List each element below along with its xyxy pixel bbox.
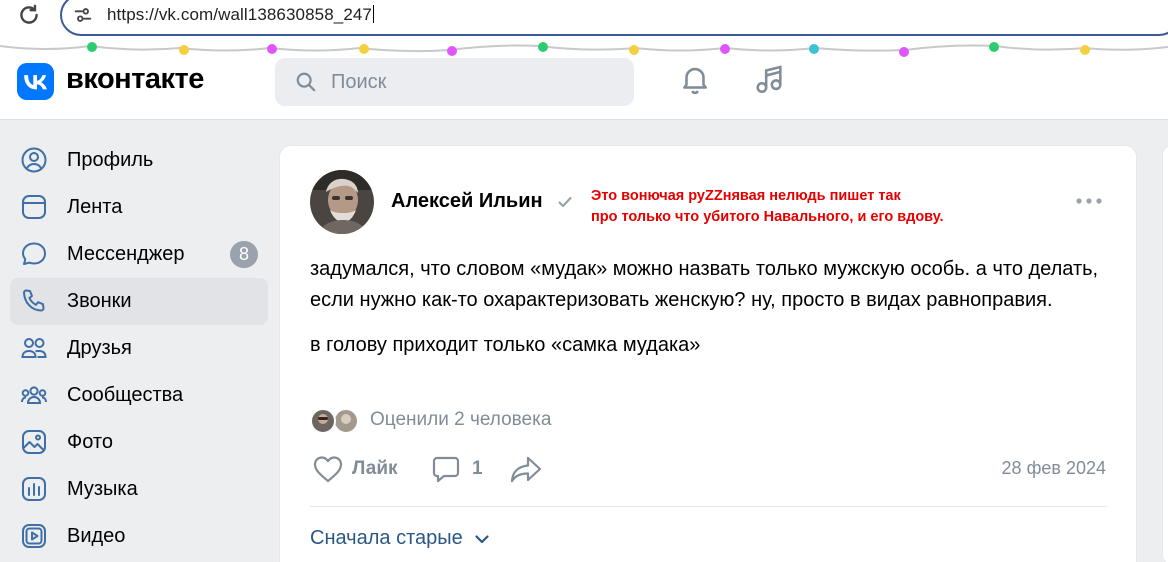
author-avatar[interactable] xyxy=(310,170,374,234)
share-icon[interactable] xyxy=(509,454,543,484)
sidebar-item-profile[interactable]: Профиль xyxy=(10,137,268,184)
url-text[interactable]: https://vk.com/wall138630858_247 xyxy=(107,5,374,25)
sidebar-item-messenger[interactable]: Мессенджер 8 xyxy=(10,231,268,278)
post-paragraph: задумался, что словом «мудак» можно назв… xyxy=(310,258,1099,311)
search-icon xyxy=(296,72,316,92)
divider xyxy=(310,506,1107,507)
sidebar-item-friends[interactable]: Друзья xyxy=(10,325,268,372)
sidebar-item-music[interactable]: Музыка xyxy=(10,466,268,513)
likers-avatars[interactable] xyxy=(310,408,362,434)
search-input[interactable]: Поиск xyxy=(275,58,634,106)
communities-icon xyxy=(21,386,47,404)
sidebar-item-label: Друзья xyxy=(67,337,132,359)
sidebar-item-communities[interactable]: Сообщества xyxy=(10,372,268,419)
site-header: вконтакте Поиск xyxy=(0,40,1168,120)
sidebar-item-calls[interactable]: Звонки xyxy=(10,278,268,325)
sidebar-item-label: Лента xyxy=(67,196,123,218)
likers-count-text[interactable]: Оценили 2 человека xyxy=(370,409,551,431)
like-button[interactable]: Лайк xyxy=(312,454,398,484)
friends-icon xyxy=(21,338,47,358)
annotation-line-2: про только что убитого Навального, и его… xyxy=(591,209,944,225)
search-placeholder: Поиск xyxy=(331,71,387,93)
video-icon xyxy=(22,524,46,548)
left-sidebar: Профиль Лента Мессенджер 8 Звонки Друзья… xyxy=(10,137,268,560)
comment-icon xyxy=(432,456,460,483)
wall-post: Алексей Ильин Это вонючая руZZнявая нелю… xyxy=(279,145,1137,562)
text-caret xyxy=(372,5,374,23)
post-paragraph: в голову приходит только «самка мудака» xyxy=(310,334,701,356)
phone-icon xyxy=(23,289,45,312)
post-date[interactable]: 28 фев 2024 xyxy=(1002,458,1106,479)
sidebar-item-video[interactable]: Видео xyxy=(10,513,268,560)
right-column-card-edge xyxy=(1162,145,1168,562)
music-player-icon[interactable] xyxy=(752,62,786,96)
like-label: Лайк xyxy=(352,458,398,479)
url-value: https://vk.com/wall138630858_247 xyxy=(107,5,372,24)
more-options-icon[interactable] xyxy=(1075,196,1103,206)
sidebar-item-feed[interactable]: Лента xyxy=(10,184,268,231)
vk-logo-icon[interactable] xyxy=(17,63,54,100)
annotation-line-1: Это вонючая руZZнявая нелюдь пишет так xyxy=(591,188,901,204)
unread-count-badge: 8 xyxy=(230,241,258,268)
sidebar-item-photos[interactable]: Фото xyxy=(10,419,268,466)
sidebar-item-label: Фото xyxy=(67,431,113,453)
feed-icon xyxy=(22,195,46,219)
messenger-icon xyxy=(22,242,46,265)
photo-icon xyxy=(22,430,46,454)
post-text: задумался, что словом «мудак» можно назв… xyxy=(310,254,1110,361)
comment-button[interactable]: 1 xyxy=(430,454,483,484)
sidebar-item-label: Музыка xyxy=(67,478,138,500)
comments-sort-button[interactable]: Сначала старые xyxy=(310,527,492,550)
sidebar-item-label: Мессенджер xyxy=(67,243,185,265)
comment-count: 1 xyxy=(472,458,483,479)
sidebar-item-label: Звонки xyxy=(67,290,132,312)
author-name[interactable]: Алексей Ильин xyxy=(391,190,543,213)
notifications-bell-icon[interactable] xyxy=(678,62,712,96)
profile-icon xyxy=(21,147,47,173)
browser-toolbar: https://vk.com/wall138630858_247 xyxy=(0,0,1168,40)
heart-icon xyxy=(313,456,343,483)
sidebar-item-label: Видео xyxy=(67,525,126,547)
music-icon xyxy=(22,477,46,501)
avatar-photo xyxy=(310,170,374,234)
overlay-annotation: Это вонючая руZZнявая нелюдь пишет так п… xyxy=(591,186,1011,228)
sidebar-item-label: Профиль xyxy=(67,149,154,171)
sidebar-item-label: Сообщества xyxy=(67,384,184,406)
chevron-down-icon xyxy=(475,534,489,543)
sort-label: Сначала старые xyxy=(310,527,463,549)
verified-check-icon xyxy=(558,196,572,208)
logo-text[interactable]: вконтакте xyxy=(66,63,204,96)
reload-icon[interactable] xyxy=(16,2,42,28)
site-settings-icon[interactable] xyxy=(72,4,94,26)
